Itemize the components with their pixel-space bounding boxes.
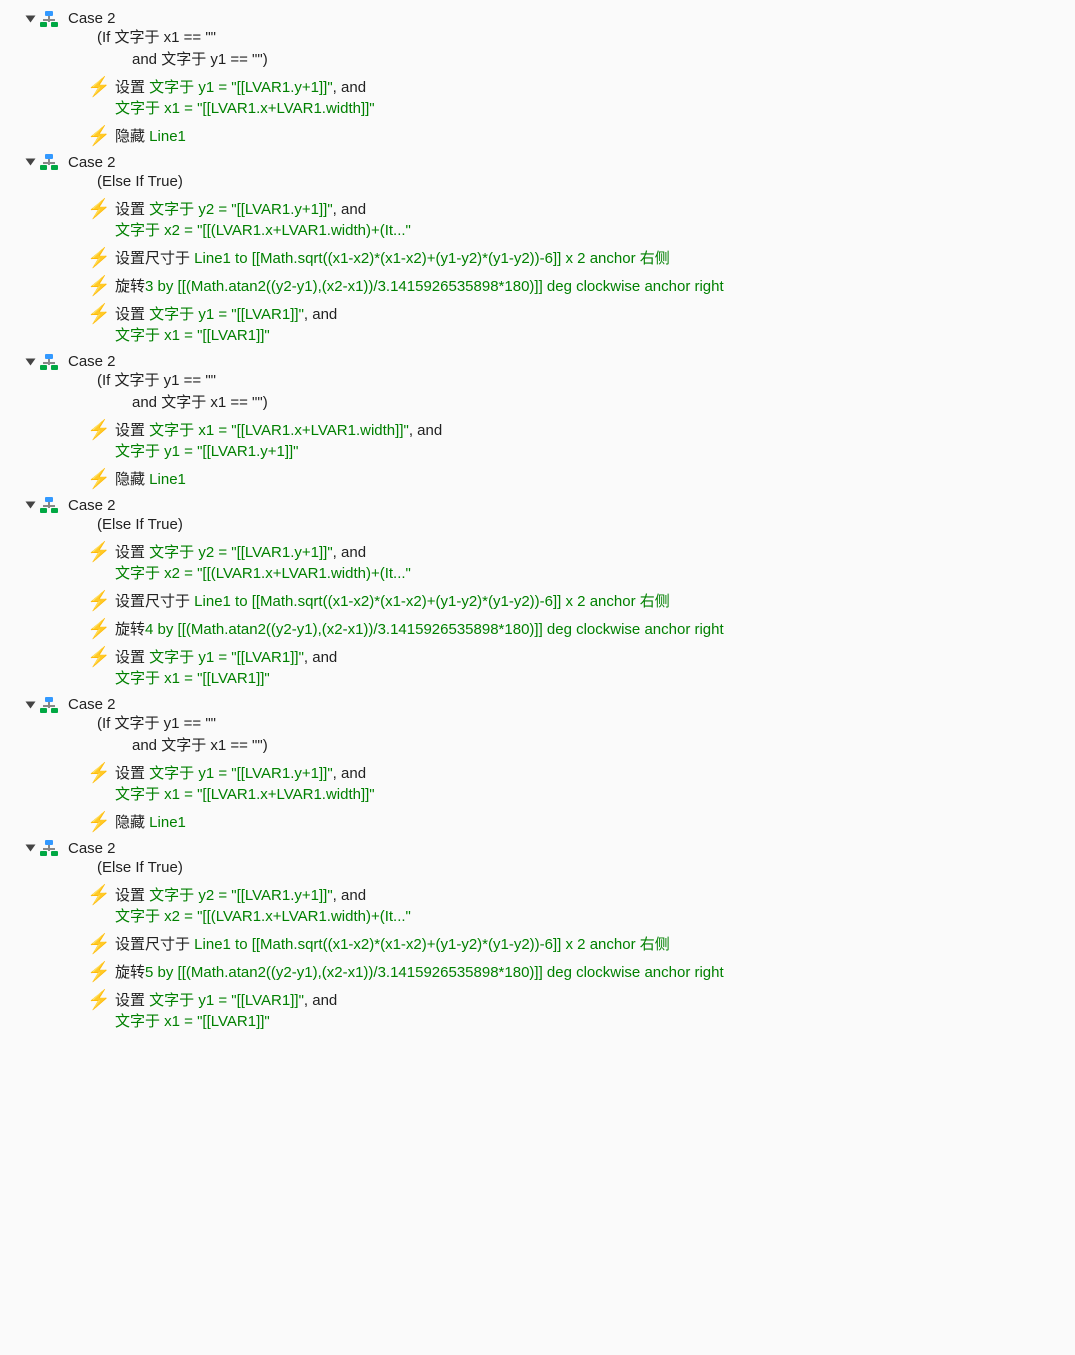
action-row[interactable]: ⚡ 旋转5 by [[(Math.atan2((y2-y1),(x2-x1))/3… <box>5 962 1070 984</box>
action-row[interactable]: ⚡ 设置 文字于 y1 = "[[LVAR1.y+1]]", and文字于 x1 … <box>5 763 1070 807</box>
case-condition: (If 文字于 x1 == "" <box>5 27 1070 49</box>
case-condition: (If 文字于 y1 == "" <box>5 370 1070 392</box>
lightning-icon: ⚡ <box>87 963 105 982</box>
case-title: Case 2 <box>68 840 116 857</box>
action-text: 设置 文字于 x1 = "[[LVAR1.x+LVAR1.width]]", a… <box>115 420 1070 464</box>
lightning-icon: ⚡ <box>87 592 105 611</box>
case-condition: (Else If True) <box>5 857 1070 879</box>
lightning-icon: ⚡ <box>87 421 105 440</box>
condition-icon <box>40 154 58 170</box>
case-title: Case 2 <box>68 696 116 713</box>
case-block: Case 2(Else If True) ⚡ 设置 文字于 y2 = "[[LVAR… <box>5 152 1070 347</box>
case-header[interactable]: Case 2 <box>5 351 1070 370</box>
action-text: 设置 文字于 y2 = "[[LVAR1.y+1]]", and文字于 x2 =… <box>115 885 1070 929</box>
lightning-icon: ⚡ <box>87 305 105 324</box>
case-title: Case 2 <box>68 154 116 171</box>
action-text: 旋转5 by [[(Math.atan2((y2-y1),(x2-x1))/3.… <box>115 962 1070 984</box>
case-title: Case 2 <box>68 10 116 27</box>
condition-icon <box>40 840 58 856</box>
action-text: 隐藏 Line1 <box>115 469 1070 491</box>
case-block: Case 2(Else If True) ⚡ 设置 文字于 y2 = "[[LVAR… <box>5 838 1070 1033</box>
action-row[interactable]: ⚡ 设置尺寸于 Line1 to [[Math.sqrt((x1-x2)*(x1-… <box>5 248 1070 270</box>
lightning-icon: ⚡ <box>87 991 105 1010</box>
case-block: Case 2(Else If True) ⚡ 设置 文字于 y2 = "[[LVAR… <box>5 495 1070 690</box>
action-row[interactable]: ⚡ 设置 文字于 y1 = "[[LVAR1]]", and文字于 x1 = "[… <box>5 304 1070 348</box>
expand-collapse-icon[interactable] <box>26 845 36 852</box>
case-header[interactable]: Case 2 <box>5 694 1070 713</box>
case-condition: (Else If True) <box>5 171 1070 193</box>
action-text: 旋转4 by [[(Math.atan2((y2-y1),(x2-x1))/3.… <box>115 619 1070 641</box>
lightning-icon: ⚡ <box>87 886 105 905</box>
condition-icon <box>40 497 58 513</box>
lightning-icon: ⚡ <box>87 78 105 97</box>
action-row[interactable]: ⚡ 隐藏 Line1 <box>5 812 1070 834</box>
action-text: 隐藏 Line1 <box>115 126 1070 148</box>
lightning-icon: ⚡ <box>87 470 105 489</box>
condition-icon <box>40 697 58 713</box>
action-text: 旋转3 by [[(Math.atan2((y2-y1),(x2-x1))/3.… <box>115 276 1070 298</box>
action-text: 设置 文字于 y1 = "[[LVAR1]]", and文字于 x1 = "[[… <box>115 304 1070 348</box>
action-row[interactable]: ⚡ 旋转4 by [[(Math.atan2((y2-y1),(x2-x1))/3… <box>5 619 1070 641</box>
action-text: 设置 文字于 y1 = "[[LVAR1.y+1]]", and文字于 x1 =… <box>115 763 1070 807</box>
lightning-icon: ⚡ <box>87 277 105 296</box>
action-text: 设置尺寸于 Line1 to [[Math.sqrt((x1-x2)*(x1-x… <box>115 934 1070 956</box>
action-text: 设置尺寸于 Line1 to [[Math.sqrt((x1-x2)*(x1-x… <box>115 248 1070 270</box>
case-condition-and: and 文字于 x1 == "") <box>5 392 1070 414</box>
case-block: Case 2(If 文字于 y1 == ""and 文字于 x1 == "") ⚡… <box>5 694 1070 834</box>
case-condition-and: and 文字于 y1 == "") <box>5 49 1070 71</box>
action-text: 设置尺寸于 Line1 to [[Math.sqrt((x1-x2)*(x1-x… <box>115 591 1070 613</box>
action-row[interactable]: ⚡ 旋转3 by [[(Math.atan2((y2-y1),(x2-x1))/3… <box>5 276 1070 298</box>
expand-collapse-icon[interactable] <box>26 358 36 365</box>
case-condition: (Else If True) <box>5 514 1070 536</box>
action-row[interactable]: ⚡ 设置尺寸于 Line1 to [[Math.sqrt((x1-x2)*(x1-… <box>5 591 1070 613</box>
case-header[interactable]: Case 2 <box>5 838 1070 857</box>
case-header[interactable]: Case 2 <box>5 152 1070 171</box>
case-header[interactable]: Case 2 <box>5 495 1070 514</box>
lightning-icon: ⚡ <box>87 764 105 783</box>
case-block: Case 2(If 文字于 y1 == ""and 文字于 x1 == "") ⚡… <box>5 351 1070 491</box>
action-row[interactable]: ⚡ 设置 文字于 x1 = "[[LVAR1.x+LVAR1.width]]", … <box>5 420 1070 464</box>
case-condition: (If 文字于 y1 == "" <box>5 713 1070 735</box>
action-text: 设置 文字于 y1 = "[[LVAR1.y+1]]", and文字于 x1 =… <box>115 77 1070 121</box>
lightning-icon: ⚡ <box>87 249 105 268</box>
action-row[interactable]: ⚡ 设置 文字于 y1 = "[[LVAR1]]", and文字于 x1 = "[… <box>5 647 1070 691</box>
expand-collapse-icon[interactable] <box>26 15 36 22</box>
expand-collapse-icon[interactable] <box>26 701 36 708</box>
condition-icon <box>40 354 58 370</box>
action-row[interactable]: ⚡ 设置 文字于 y2 = "[[LVAR1.y+1]]", and文字于 x2 … <box>5 542 1070 586</box>
case-header[interactable]: Case 2 <box>5 8 1070 27</box>
action-row[interactable]: ⚡ 隐藏 Line1 <box>5 469 1070 491</box>
lightning-icon: ⚡ <box>87 935 105 954</box>
lightning-icon: ⚡ <box>87 620 105 639</box>
action-row[interactable]: ⚡ 设置尺寸于 Line1 to [[Math.sqrt((x1-x2)*(x1-… <box>5 934 1070 956</box>
expand-collapse-icon[interactable] <box>26 159 36 166</box>
action-text: 设置 文字于 y2 = "[[LVAR1.y+1]]", and文字于 x2 =… <box>115 199 1070 243</box>
action-text: 设置 文字于 y1 = "[[LVAR1]]", and文字于 x1 = "[[… <box>115 647 1070 691</box>
case-block: Case 2(If 文字于 x1 == ""and 文字于 y1 == "") ⚡… <box>5 8 1070 148</box>
action-row[interactable]: ⚡ 设置 文字于 y2 = "[[LVAR1.y+1]]", and文字于 x2 … <box>5 885 1070 929</box>
action-row[interactable]: ⚡ 隐藏 Line1 <box>5 126 1070 148</box>
action-row[interactable]: ⚡ 设置 文字于 y2 = "[[LVAR1.y+1]]", and文字于 x2 … <box>5 199 1070 243</box>
lightning-icon: ⚡ <box>87 200 105 219</box>
case-title: Case 2 <box>68 497 116 514</box>
case-condition-and: and 文字于 x1 == "") <box>5 735 1070 757</box>
case-title: Case 2 <box>68 353 116 370</box>
lightning-icon: ⚡ <box>87 813 105 832</box>
expand-collapse-icon[interactable] <box>26 502 36 509</box>
action-text: 设置 文字于 y1 = "[[LVAR1]]", and文字于 x1 = "[[… <box>115 990 1070 1034</box>
interaction-tree: Case 2(If 文字于 x1 == ""and 文字于 y1 == "")⚡… <box>5 8 1070 1033</box>
action-row[interactable]: ⚡ 设置 文字于 y1 = "[[LVAR1.y+1]]", and文字于 x1 … <box>5 77 1070 121</box>
condition-icon <box>40 11 58 27</box>
lightning-icon: ⚡ <box>87 543 105 562</box>
action-text: 设置 文字于 y2 = "[[LVAR1.y+1]]", and文字于 x2 =… <box>115 542 1070 586</box>
lightning-icon: ⚡ <box>87 127 105 146</box>
lightning-icon: ⚡ <box>87 648 105 667</box>
action-text: 隐藏 Line1 <box>115 812 1070 834</box>
action-row[interactable]: ⚡ 设置 文字于 y1 = "[[LVAR1]]", and文字于 x1 = "[… <box>5 990 1070 1034</box>
